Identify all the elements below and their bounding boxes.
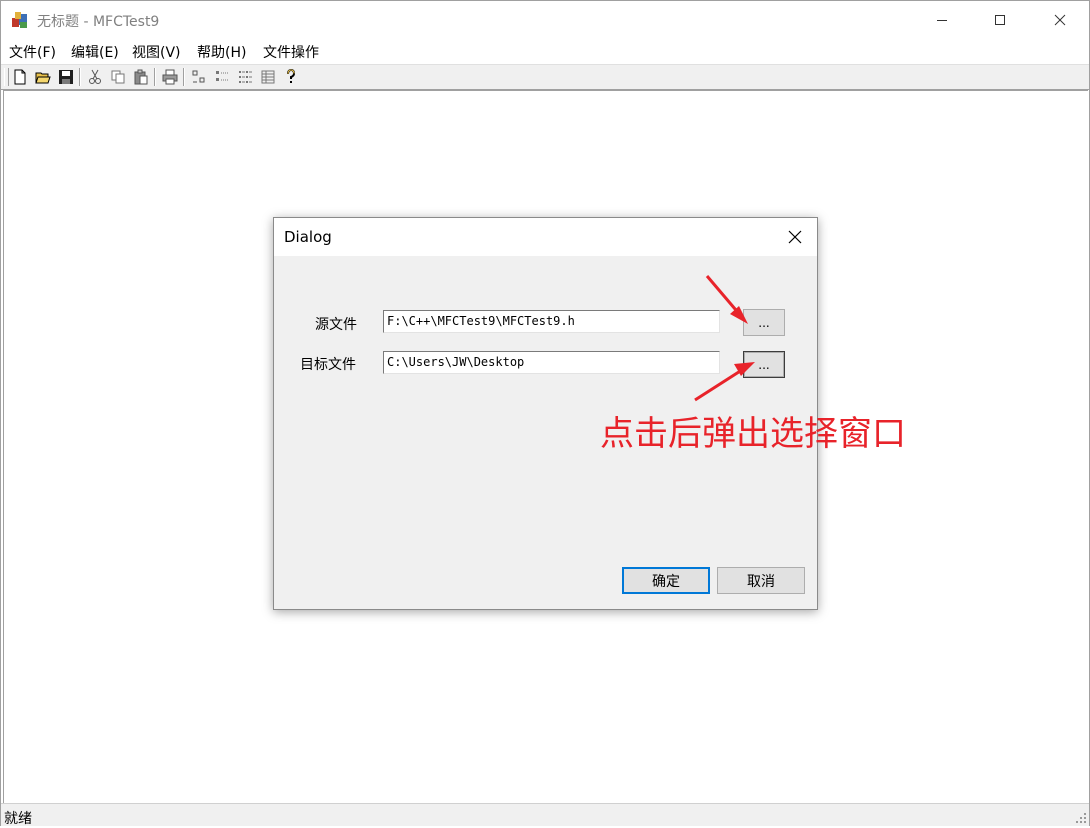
source-browse-button[interactable]: ...	[743, 309, 785, 336]
close-icon	[788, 230, 802, 244]
resize-grip-icon[interactable]	[1075, 812, 1087, 824]
list-view-icon	[239, 71, 252, 83]
status-bar: 就绪	[1, 803, 1089, 827]
target-browse-button[interactable]: ...	[743, 351, 785, 378]
help-icon	[287, 69, 296, 83]
toolbar-separator	[183, 68, 185, 86]
open-button[interactable]	[33, 67, 53, 87]
menu-file-operations[interactable]: 文件操作	[263, 42, 319, 62]
title-bar: 无标题 - MFCTest9	[1, 1, 1089, 39]
cut-icon	[89, 69, 101, 84]
annotation-text: 点击后弹出选择窗口	[600, 414, 906, 454]
paste-button[interactable]	[131, 67, 151, 87]
toolbar-separator	[79, 68, 81, 86]
maximize-button[interactable]	[971, 1, 1029, 39]
save-icon	[59, 70, 73, 84]
new-button[interactable]	[10, 67, 30, 87]
list-view-button[interactable]	[235, 67, 255, 87]
large-icons-button[interactable]	[189, 67, 209, 87]
source-file-input[interactable]: F:\C++\MFCTest9\MFCTest9.h	[383, 310, 720, 333]
cancel-button[interactable]: 取消	[717, 567, 805, 594]
minimize-button[interactable]	[913, 1, 971, 39]
details-view-icon	[261, 70, 275, 84]
menu-view[interactable]: 视图(V)	[132, 42, 181, 62]
target-file-label: 目标文件	[300, 357, 356, 373]
toolbar	[1, 64, 1089, 90]
large-icons-view-icon	[192, 70, 205, 83]
small-icons-button[interactable]	[212, 67, 232, 87]
app-icon	[11, 11, 29, 29]
close-icon	[1054, 14, 1066, 26]
copy-button[interactable]	[108, 67, 128, 87]
dialog-close-button[interactable]	[777, 222, 813, 252]
toolbar-separator	[154, 68, 156, 86]
menu-edit[interactable]: 编辑(E)	[71, 42, 119, 62]
new-icon	[14, 69, 26, 85]
ok-button[interactable]: 确定	[622, 567, 710, 594]
window-title: 无标题 - MFCTest9	[37, 14, 160, 30]
dialog-title: Dialog	[284, 228, 332, 246]
maximize-icon	[995, 15, 1005, 25]
toolbar-grip[interactable]	[4, 68, 9, 86]
print-icon	[162, 69, 178, 85]
target-file-input[interactable]: C:\Users\JW\Desktop	[383, 351, 720, 374]
close-button[interactable]	[1031, 1, 1089, 39]
menu-file[interactable]: 文件(F)	[9, 42, 56, 62]
paste-icon	[134, 69, 148, 85]
dialog-title-bar: Dialog	[274, 218, 817, 256]
help-button[interactable]	[281, 67, 301, 87]
open-icon	[35, 72, 51, 84]
status-text: 就绪	[4, 811, 32, 827]
menu-bar: 文件(F) 编辑(E) 视图(V) 帮助(H) 文件操作	[1, 39, 1089, 63]
details-view-button[interactable]	[258, 67, 278, 87]
minimize-icon	[937, 20, 947, 21]
print-button[interactable]	[160, 67, 180, 87]
menu-help[interactable]: 帮助(H)	[197, 42, 246, 62]
source-file-label: 源文件	[315, 317, 357, 333]
small-icons-view-icon	[216, 71, 228, 81]
save-button[interactable]	[56, 67, 76, 87]
copy-icon	[111, 70, 125, 84]
cut-button[interactable]	[85, 67, 105, 87]
